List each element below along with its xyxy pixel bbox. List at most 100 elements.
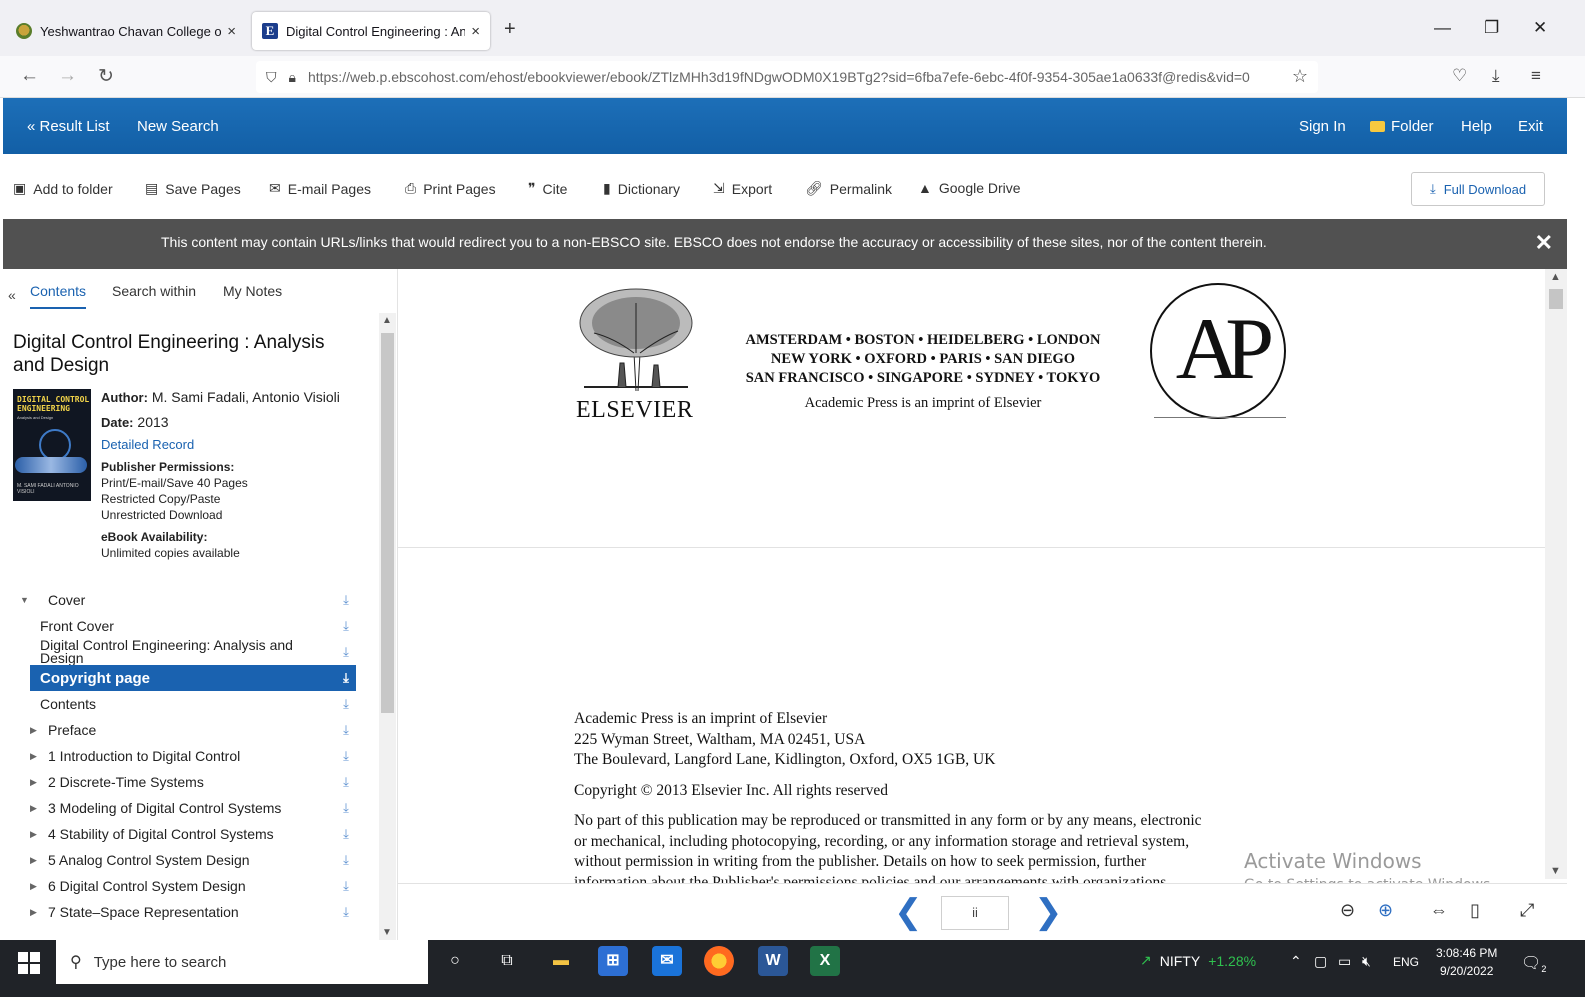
store-icon[interactable]: ⊞: [598, 946, 628, 976]
export-button[interactable]: ⇲ Export: [713, 180, 772, 197]
book-cover-thumbnail[interactable]: DIGITAL CONTROL ENGINEERING Analysis and…: [13, 389, 91, 501]
permalink-button[interactable]: 🔗︎ Permalink: [805, 180, 892, 197]
language-indicator[interactable]: ENG: [1393, 955, 1419, 969]
show-hidden-icons-icon[interactable]: ⌃: [1290, 953, 1302, 970]
exit-link[interactable]: Exit: [1518, 118, 1543, 135]
sign-in-link[interactable]: Sign In: [1299, 118, 1346, 135]
toc-item[interactable]: ▶ 6 Digital Control System Design ⤓: [30, 873, 356, 899]
fullscreen-icon[interactable]: ⤢: [1520, 900, 1534, 921]
result-list-link[interactable]: « Result List: [27, 118, 110, 135]
toc-item[interactable]: Contents ⤓: [30, 691, 356, 717]
url-text[interactable]: https://web.p.ebscohost.com/ehost/ebookv…: [308, 69, 1273, 85]
tab-contents[interactable]: Contents: [30, 283, 87, 309]
firefox-icon[interactable]: [704, 946, 734, 976]
network-icon[interactable]: ▭: [1338, 953, 1351, 970]
scroll-down-icon[interactable]: ▼: [1550, 865, 1561, 877]
previous-page-icon[interactable]: ❮: [894, 892, 923, 932]
collapsed-arrow-icon[interactable]: ▶: [30, 777, 48, 788]
bookmark-star-icon[interactable]: ☆: [1292, 66, 1308, 87]
collapsed-arrow-icon[interactable]: ▶: [30, 751, 48, 762]
download-chapter-icon[interactable]: ⤓: [336, 618, 356, 634]
url-bar[interactable]: ⛉ 🔒︎ https://web.p.ebscohost.com/ehost/e…: [256, 61, 1318, 93]
browser-tab-ebook[interactable]: E Digital Control Engineering : An ×: [252, 12, 490, 50]
excel-icon[interactable]: X: [810, 946, 840, 976]
collapse-sidebar-icon[interactable]: «: [8, 287, 16, 303]
toc-item[interactable]: ▶ 4 Stability of Digital Control Systems ⤓: [30, 821, 356, 847]
page-number-input[interactable]: ii: [941, 896, 1009, 930]
download-chapter-icon[interactable]: ⤓: [336, 696, 356, 712]
close-window-icon[interactable]: ✕: [1533, 18, 1547, 38]
google-drive-button[interactable]: ▲ Google Drive: [918, 180, 1021, 196]
toc-item[interactable]: ▶ 7 State–Space Representation ⤓: [30, 899, 356, 925]
notifications-icon[interactable]: 🗨︎2: [1521, 953, 1546, 974]
toc-item[interactable]: ▶ Preface ⤓: [30, 717, 356, 743]
next-page-icon[interactable]: ❯: [1034, 892, 1063, 932]
word-icon[interactable]: W: [758, 946, 788, 976]
download-chapter-icon[interactable]: ⤓: [336, 904, 356, 920]
toc-item[interactable]: ▶ 1 Introduction to Digital Control ⤓: [30, 743, 356, 769]
forward-icon[interactable]: →: [58, 65, 77, 87]
nifty-ticker[interactable]: ↗ NIFTY +1.28%: [1140, 952, 1256, 969]
tab-search-within[interactable]: Search within: [112, 283, 196, 299]
expanded-arrow-icon[interactable]: ▼: [20, 595, 48, 605]
windows-start-icon[interactable]: [18, 952, 40, 974]
collapsed-arrow-icon[interactable]: ▶: [30, 855, 48, 866]
menu-icon[interactable]: ≡: [1531, 66, 1541, 86]
toc-item[interactable]: Copyright page ⤓: [30, 665, 356, 691]
download-chapter-icon[interactable]: ⤓: [336, 826, 356, 842]
scroll-down-icon[interactable]: ▼: [382, 927, 392, 938]
download-chapter-icon[interactable]: ⤓: [336, 878, 356, 894]
taskbar-clock[interactable]: 3:08:46 PM 9/20/2022: [1436, 944, 1497, 980]
collapsed-arrow-icon[interactable]: ▶: [30, 803, 48, 814]
scroll-up-icon[interactable]: ▲: [1550, 271, 1561, 283]
zoom-in-icon[interactable]: ⊕: [1378, 900, 1393, 921]
download-chapter-icon[interactable]: ⤓: [336, 670, 356, 686]
toc-item[interactable]: Front Cover ⤓: [30, 613, 356, 639]
cite-button[interactable]: ❞ Cite: [528, 180, 567, 197]
back-icon[interactable]: ←: [20, 65, 39, 87]
full-download-button[interactable]: ⤓ Full Download: [1411, 172, 1545, 206]
add-to-folder-button[interactable]: ▣ Add to folder: [13, 180, 113, 197]
file-explorer-icon[interactable]: ▬: [546, 946, 576, 976]
close-tab-icon[interactable]: ×: [227, 23, 236, 40]
zoom-out-icon[interactable]: ⊖: [1340, 900, 1355, 921]
browser-tab-yeshwantrao[interactable]: Yeshwantrao Chavan College of ×: [6, 12, 246, 50]
tab-my-notes[interactable]: My Notes: [223, 283, 282, 299]
dictionary-button[interactable]: ▮ Dictionary: [603, 180, 680, 197]
mail-icon[interactable]: ✉: [652, 946, 682, 976]
taskbar-search-input[interactable]: ⚲ Type here to search: [56, 940, 428, 984]
task-view-icon[interactable]: ⧉: [492, 946, 522, 976]
volume-muted-icon[interactable]: 🔇︎: [1362, 953, 1371, 970]
download-chapter-icon[interactable]: ⤓: [336, 722, 356, 738]
downloads-icon[interactable]: ⤓: [1492, 66, 1500, 86]
download-chapter-icon[interactable]: ⤓: [336, 748, 356, 764]
download-chapter-icon[interactable]: ⤓: [336, 592, 356, 608]
new-search-link[interactable]: New Search: [137, 118, 219, 135]
print-pages-button[interactable]: ⎙ Print Pages: [405, 180, 496, 197]
scrollbar-thumb[interactable]: [1549, 289, 1563, 309]
close-tab-icon[interactable]: ×: [471, 23, 480, 40]
reader-scrollbar[interactable]: ▲ ▼: [1545, 269, 1567, 879]
folder-link[interactable]: Folder: [1370, 118, 1434, 135]
save-pages-button[interactable]: ▤ Save Pages: [145, 180, 241, 197]
scroll-up-icon[interactable]: ▲: [382, 315, 392, 326]
email-pages-button[interactable]: ✉ E-mail Pages: [269, 180, 371, 197]
fit-width-icon[interactable]: ⇔: [1430, 900, 1448, 921]
download-chapter-icon[interactable]: ⤓: [336, 644, 356, 660]
restore-icon[interactable]: ❐: [1484, 18, 1499, 38]
close-notice-icon[interactable]: ✕: [1535, 230, 1553, 256]
download-chapter-icon[interactable]: ⤓: [336, 800, 356, 816]
new-tab-button[interactable]: +: [504, 18, 516, 41]
collapsed-arrow-icon[interactable]: ▶: [30, 725, 48, 736]
toc-item[interactable]: ▶ 5 Analog Control System Design ⤓: [30, 847, 356, 873]
sidebar-scrollbar[interactable]: ▲ ▼: [379, 313, 396, 940]
fit-page-icon[interactable]: ▯: [1470, 900, 1480, 921]
reload-icon[interactable]: ↻: [98, 65, 114, 88]
cortana-icon[interactable]: ○: [440, 946, 470, 976]
detailed-record-link[interactable]: Detailed Record: [101, 437, 194, 452]
toc-item[interactable]: ▶ 2 Discrete-Time Systems ⤓: [30, 769, 356, 795]
download-chapter-icon[interactable]: ⤓: [336, 852, 356, 868]
help-link[interactable]: Help: [1461, 118, 1492, 135]
collapsed-arrow-icon[interactable]: ▶: [30, 829, 48, 840]
toc-item[interactable]: Digital Control Engineering: Analysis an…: [30, 638, 356, 665]
